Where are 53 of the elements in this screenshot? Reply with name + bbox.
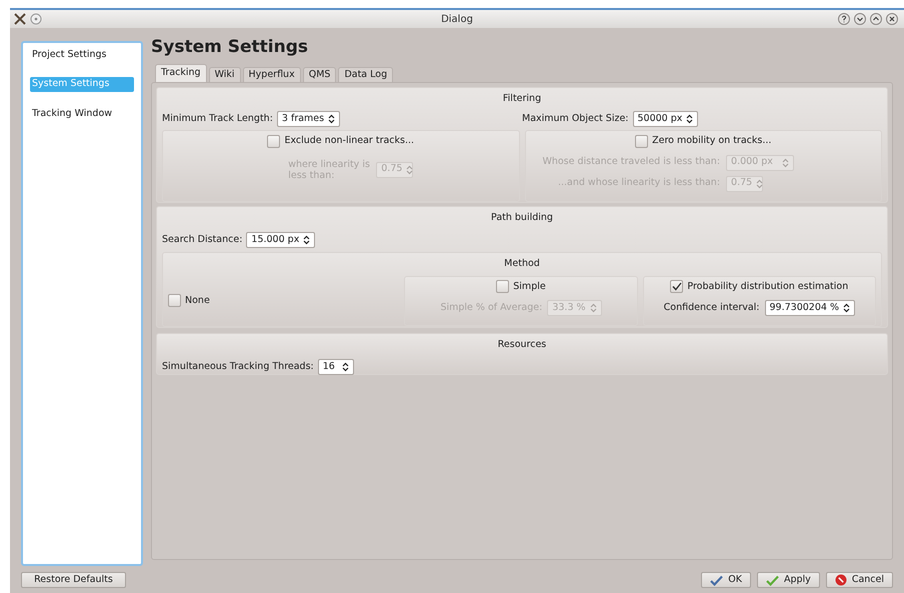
group-title: Filtering (502, 92, 542, 106)
field-label: Simultaneous Tracking Threads: (162, 360, 314, 374)
check-icon (766, 574, 779, 586)
field-label: Confidence interval: (664, 300, 760, 315)
group-title: Method (504, 257, 540, 272)
minimize-icon[interactable] (854, 13, 866, 25)
spin-arrows-icon[interactable] (842, 302, 850, 313)
checkbox[interactable] (267, 134, 280, 148)
field-label: Minimum Track Length: (162, 112, 273, 126)
field-label: Search Distance: (162, 233, 242, 248)
spin-box[interactable]: 50000 px (632, 111, 698, 128)
field-label: Probability distribution estimation (687, 280, 848, 294)
check-icon (710, 574, 724, 586)
window-title: Dialog (441, 12, 473, 26)
checkbox[interactable] (496, 280, 510, 294)
tab[interactable]: Wiki (208, 67, 241, 82)
checkbox[interactable] (168, 294, 181, 308)
field-label: Maximum Object Size: (522, 112, 628, 126)
cancel-button[interactable]: Cancel (826, 572, 893, 588)
menu-dot-icon[interactable] (30, 13, 42, 25)
spin-arrows-icon[interactable] (342, 362, 349, 372)
tab[interactable]: Tracking (155, 64, 207, 82)
spin-box[interactable]: 15.000 px (246, 232, 316, 248)
spin-arrows-icon[interactable] (328, 114, 336, 124)
help-icon[interactable] (838, 13, 850, 25)
ok-button[interactable]: OK (701, 572, 751, 588)
group-title: Path building (491, 211, 553, 225)
group-title: Resources (498, 338, 546, 352)
maximize-icon[interactable] (870, 13, 882, 25)
field-label: None (185, 294, 210, 308)
spin-box[interactable]: 99.7300204 % (764, 300, 855, 316)
page-heading: System Settings (151, 37, 309, 57)
tab[interactable]: Data Log (338, 67, 394, 82)
app-icon (14, 13, 26, 25)
check-icon (672, 282, 682, 292)
sidebar-item[interactable]: Tracking Window (30, 106, 134, 121)
sidebar-item[interactable]: Project Settings (30, 48, 134, 62)
spin-arrows-icon[interactable] (303, 235, 310, 246)
spin-box[interactable]: 3 frames (276, 111, 340, 128)
checkbox[interactable] (635, 134, 648, 148)
close-icon[interactable] (886, 13, 898, 25)
tab[interactable]: Hyperflux (242, 67, 301, 82)
field-label: Simple (513, 280, 546, 294)
spin-box[interactable]: 16 (318, 359, 354, 376)
checkbox[interactable] (670, 280, 684, 294)
apply-button[interactable]: Apply (756, 572, 820, 588)
cancel-icon (834, 574, 847, 586)
field-label: Exclude non-linear tracks... (284, 134, 414, 148)
tab[interactable]: QMS (302, 67, 336, 82)
restore-defaults-button[interactable]: Restore Defaults (21, 572, 126, 588)
spin-arrows-icon[interactable] (686, 114, 694, 124)
field-label: Whose distance traveled is less than: (542, 155, 720, 170)
field-label: Zero mobility on tracks... (652, 134, 772, 148)
